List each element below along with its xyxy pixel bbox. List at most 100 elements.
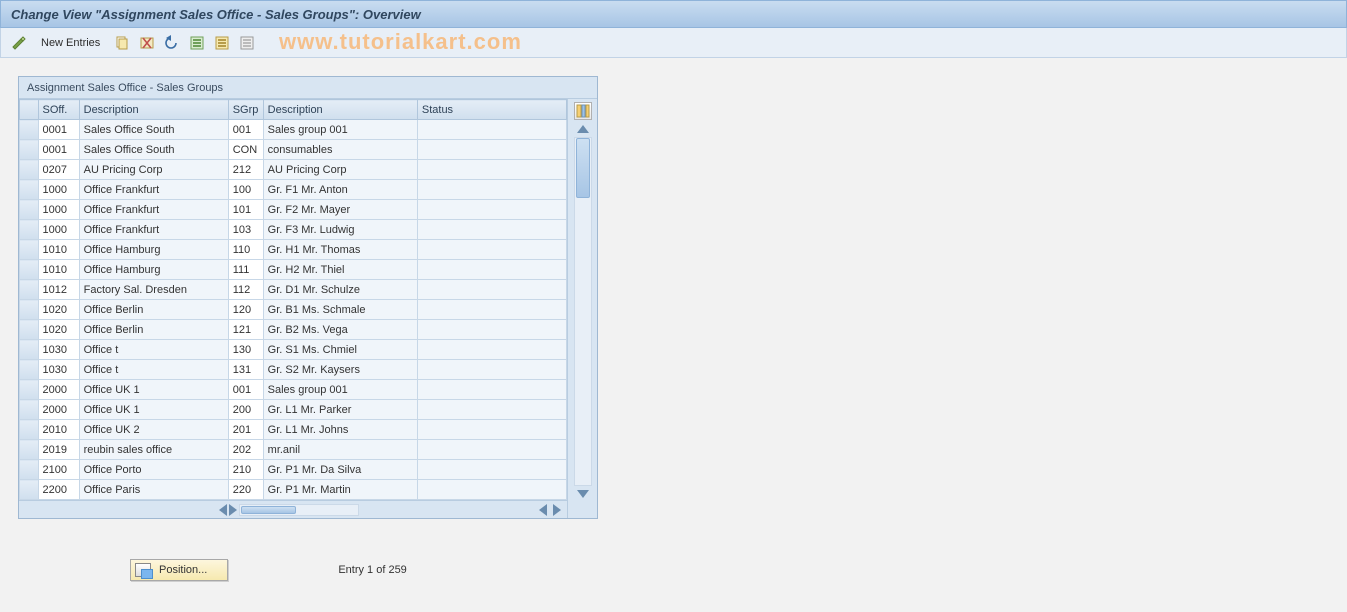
cell-sgrp[interactable]: 210 <box>228 460 263 480</box>
h-scroll-thumb[interactable] <box>241 506 296 514</box>
cell-soff[interactable]: 1000 <box>38 180 79 200</box>
row-select-handle[interactable] <box>20 200 39 220</box>
cell-soff[interactable]: 1000 <box>38 200 79 220</box>
row-select-handle[interactable] <box>20 140 39 160</box>
cell-sgrp[interactable]: 121 <box>228 320 263 340</box>
scroll-down-icon[interactable] <box>577 490 589 498</box>
cell-soff[interactable]: 0001 <box>38 140 79 160</box>
v-scroll-thumb[interactable] <box>576 138 590 198</box>
table-row: 1030Office t131Gr. S2 Mr. Kaysers <box>20 360 567 380</box>
row-select-handle[interactable] <box>20 320 39 340</box>
horizontal-scroll <box>19 500 567 518</box>
copy-as-icon[interactable] <box>112 33 132 53</box>
cell-sgrp[interactable]: 131 <box>228 360 263 380</box>
panel-title-text: Assignment Sales Office - Sales Groups <box>27 82 223 94</box>
row-select-handle[interactable] <box>20 260 39 280</box>
cell-sgrp[interactable]: 212 <box>228 160 263 180</box>
deselect-all-icon[interactable] <box>237 33 257 53</box>
cell-sgrp[interactable]: 103 <box>228 220 263 240</box>
position-label: Position... <box>159 564 207 576</box>
row-select-handle[interactable] <box>20 120 39 140</box>
row-select-handle[interactable] <box>20 220 39 240</box>
row-select-handle[interactable] <box>20 440 39 460</box>
row-select-handle[interactable] <box>20 240 39 260</box>
scroll-left-icon[interactable] <box>219 504 227 516</box>
cell-desc1: Office UK 1 <box>79 400 228 420</box>
cell-sgrp[interactable]: 101 <box>228 200 263 220</box>
cell-sgrp[interactable]: CON <box>228 140 263 160</box>
table-row: 1020Office Berlin121Gr. B2 Ms. Vega <box>20 320 567 340</box>
configure-columns-icon[interactable] <box>574 102 592 120</box>
row-select-handle[interactable] <box>20 160 39 180</box>
cell-desc1: Office Paris <box>79 480 228 500</box>
v-scroll-track[interactable] <box>574 137 592 486</box>
scroll-right-icon[interactable] <box>229 504 237 516</box>
cell-sgrp[interactable]: 001 <box>228 380 263 400</box>
cell-sgrp[interactable]: 100 <box>228 180 263 200</box>
cell-sgrp[interactable]: 201 <box>228 420 263 440</box>
window-title: Change View "Assignment Sales Office - S… <box>11 7 421 22</box>
cell-sgrp[interactable]: 001 <box>228 120 263 140</box>
cell-soff[interactable]: 2000 <box>38 380 79 400</box>
undo-change-icon[interactable] <box>162 33 182 53</box>
toggle-display-change-icon[interactable] <box>9 33 29 53</box>
cell-soff[interactable]: 2100 <box>38 460 79 480</box>
scroll-up-icon[interactable] <box>577 125 589 133</box>
cell-sgrp[interactable]: 200 <box>228 400 263 420</box>
row-select-handle[interactable] <box>20 300 39 320</box>
cell-soff[interactable]: 1030 <box>38 360 79 380</box>
cell-soff[interactable]: 2200 <box>38 480 79 500</box>
row-select-handle[interactable] <box>20 400 39 420</box>
cell-desc1: Office Frankfurt <box>79 180 228 200</box>
cell-desc2: Gr. F1 Mr. Anton <box>263 180 417 200</box>
cell-soff[interactable]: 2000 <box>38 400 79 420</box>
table-row: 1010Office Hamburg110Gr. H1 Mr. Thomas <box>20 240 567 260</box>
col-status[interactable]: Status <box>417 100 566 120</box>
cell-soff[interactable]: 1020 <box>38 320 79 340</box>
select-all-icon[interactable] <box>187 33 207 53</box>
cell-soff[interactable]: 1010 <box>38 240 79 260</box>
cell-sgrp[interactable]: 202 <box>228 440 263 460</box>
new-entries-button[interactable]: New Entries <box>34 33 107 53</box>
cell-soff[interactable]: 2019 <box>38 440 79 460</box>
cell-soff[interactable]: 2010 <box>38 420 79 440</box>
cell-soff[interactable]: 1020 <box>38 300 79 320</box>
col-desc2[interactable]: Description <box>263 100 417 120</box>
table-row: 0207AU Pricing Corp212AU Pricing Corp <box>20 160 567 180</box>
cell-sgrp[interactable]: 220 <box>228 480 263 500</box>
col-desc1[interactable]: Description <box>79 100 228 120</box>
application-toolbar: New Entries www.tutorialkart.com <box>0 28 1347 58</box>
cell-sgrp[interactable]: 130 <box>228 340 263 360</box>
row-select-handle[interactable] <box>20 380 39 400</box>
row-select-handle[interactable] <box>20 480 39 500</box>
cell-sgrp[interactable]: 110 <box>228 240 263 260</box>
col-soff[interactable]: SOff. <box>38 100 79 120</box>
position-button[interactable]: Position... <box>130 559 228 581</box>
cell-soff[interactable]: 0207 <box>38 160 79 180</box>
cell-soff[interactable]: 1010 <box>38 260 79 280</box>
row-select-handle[interactable] <box>20 460 39 480</box>
cell-soff[interactable]: 1012 <box>38 280 79 300</box>
h-scroll-track[interactable] <box>239 504 359 516</box>
cell-sgrp[interactable]: 112 <box>228 280 263 300</box>
row-select-handle[interactable] <box>20 340 39 360</box>
row-select-handle[interactable] <box>20 360 39 380</box>
scroll-left-end-icon[interactable] <box>539 504 547 516</box>
col-sgrp[interactable]: SGrp <box>228 100 263 120</box>
select-block-icon[interactable] <box>212 33 232 53</box>
cell-sgrp[interactable]: 120 <box>228 300 263 320</box>
cell-sgrp[interactable]: 111 <box>228 260 263 280</box>
cell-desc2: Sales group 001 <box>263 380 417 400</box>
cell-desc1: AU Pricing Corp <box>79 160 228 180</box>
delete-icon[interactable] <box>137 33 157 53</box>
cell-soff[interactable]: 1030 <box>38 340 79 360</box>
cell-status <box>417 420 566 440</box>
row-select-header[interactable] <box>20 100 39 120</box>
row-select-handle[interactable] <box>20 420 39 440</box>
row-select-handle[interactable] <box>20 280 39 300</box>
cell-soff[interactable]: 0001 <box>38 120 79 140</box>
cell-desc1: Office t <box>79 360 228 380</box>
row-select-handle[interactable] <box>20 180 39 200</box>
scroll-right-end-icon[interactable] <box>553 504 561 516</box>
cell-soff[interactable]: 1000 <box>38 220 79 240</box>
